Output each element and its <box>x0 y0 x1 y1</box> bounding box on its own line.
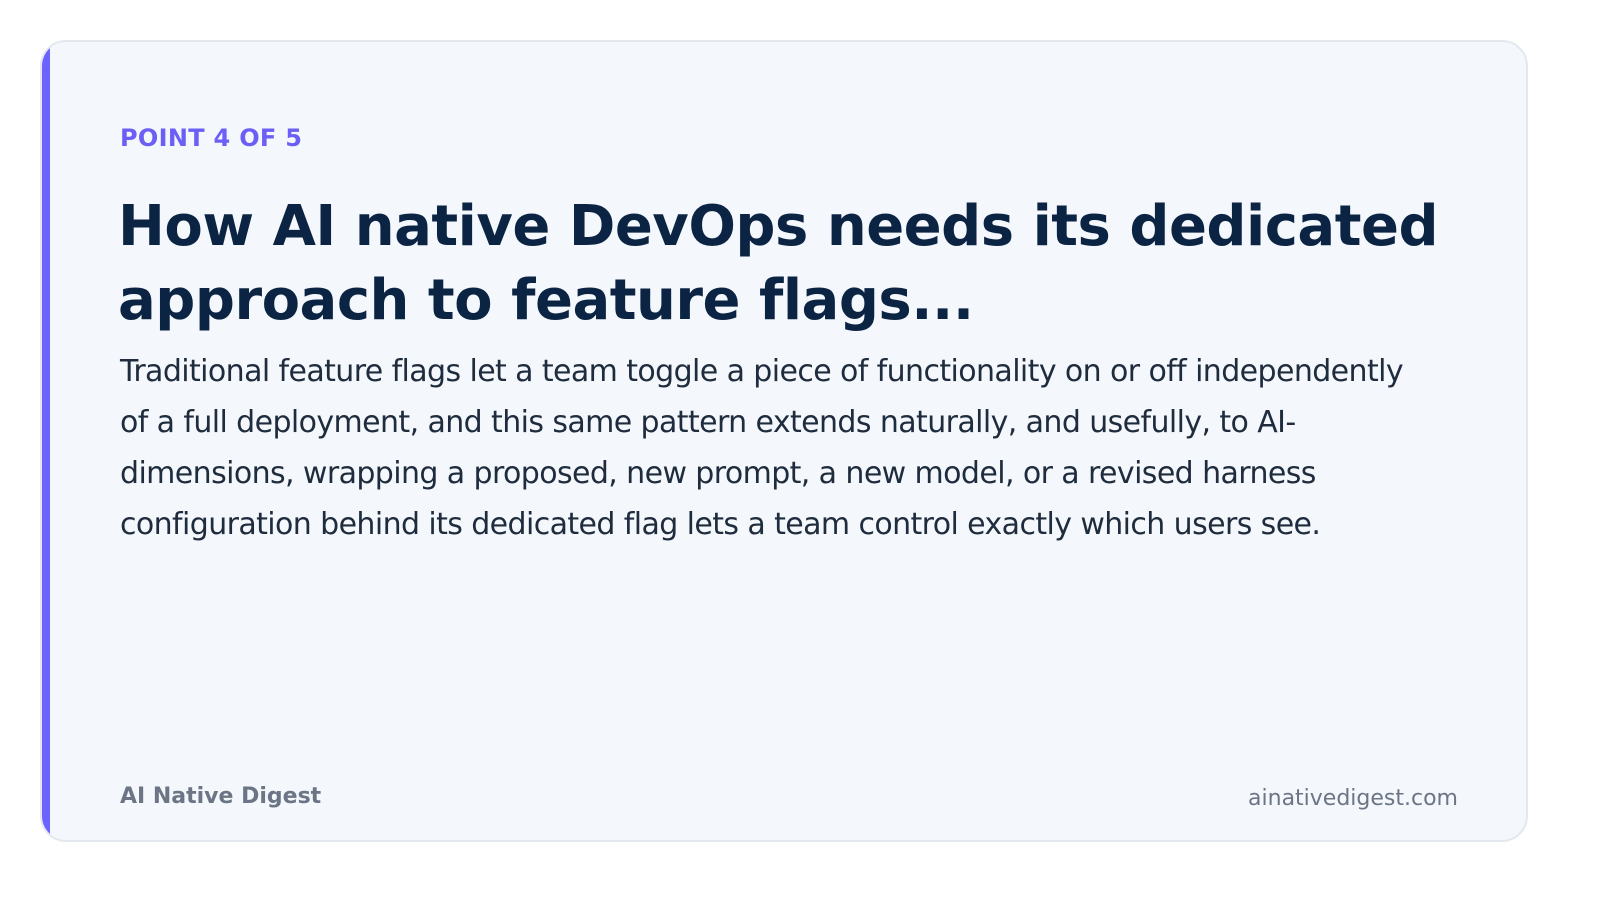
point-counter: POINT 4 OF 5 <box>120 124 303 152</box>
site-url: ainativedigest.com <box>1248 786 1458 811</box>
slide-title: How AI native DevOps needs its dedicated… <box>118 194 1439 333</box>
slide-card: POINT 4 OF 5 How AI native DevOps needs … <box>40 40 1528 842</box>
accent-bar <box>42 42 50 840</box>
slide-body: Traditional feature flags let a team tog… <box>120 354 1404 542</box>
brand-name: AI Native Digest <box>120 784 322 809</box>
